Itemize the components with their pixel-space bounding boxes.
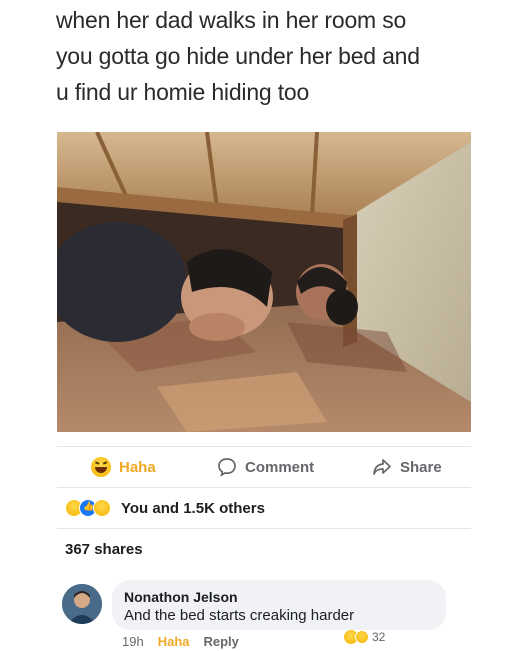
avatar[interactable] [62, 584, 102, 624]
reactions-count-text: You and 1.5K others [121, 499, 265, 517]
divider [57, 528, 471, 529]
divider [57, 487, 471, 488]
haha-reaction-button[interactable]: Haha [91, 454, 156, 480]
photo-illustration [57, 132, 471, 432]
comment-reactions[interactable]: 32 [344, 630, 385, 644]
comment-author[interactable]: Nonathon Jelson [124, 588, 434, 606]
reactions-summary[interactable]: You and 1.5K others [57, 496, 471, 520]
comment-icon [218, 458, 236, 477]
caption-line: when her dad walks in her room so [56, 7, 407, 33]
action-bar: Haha Comment Share [57, 448, 471, 486]
comment-timestamp[interactable]: 19h [122, 634, 144, 649]
sad-emoji-icon [93, 499, 111, 517]
share-button[interactable]: Share [372, 454, 442, 480]
caption-line: u find ur homie hiding too [56, 79, 310, 105]
reaction-icons [65, 499, 119, 517]
share-label: Share [400, 458, 442, 476]
comment-button[interactable]: Comment [217, 454, 314, 480]
comment-bubble: Nonathon Jelson And the bed starts creak… [112, 580, 446, 630]
comment-haha-button[interactable]: Haha [158, 634, 190, 649]
avatar-image [62, 584, 102, 624]
comment: Nonathon Jelson And the bed starts creak… [62, 580, 472, 651]
post-photo[interactable] [57, 132, 471, 432]
comment-meta: 19h Haha Reply [122, 634, 239, 649]
comment-reaction-count: 32 [372, 630, 386, 644]
comment-reply-button[interactable]: Reply [204, 634, 239, 649]
comment-text: And the bed starts creaking harder [124, 607, 355, 624]
wow-emoji-icon [355, 630, 369, 644]
divider [57, 446, 471, 447]
post-caption: when her dad walks in her room so you go… [56, 2, 496, 110]
comment-label: Comment [245, 458, 315, 476]
share-icon [373, 459, 391, 475]
haha-label: Haha [119, 458, 156, 476]
shares-count[interactable]: 367 shares [65, 541, 143, 558]
caption-line: you gotta go hide under her bed and [56, 43, 420, 69]
haha-emoji-icon [91, 457, 111, 477]
